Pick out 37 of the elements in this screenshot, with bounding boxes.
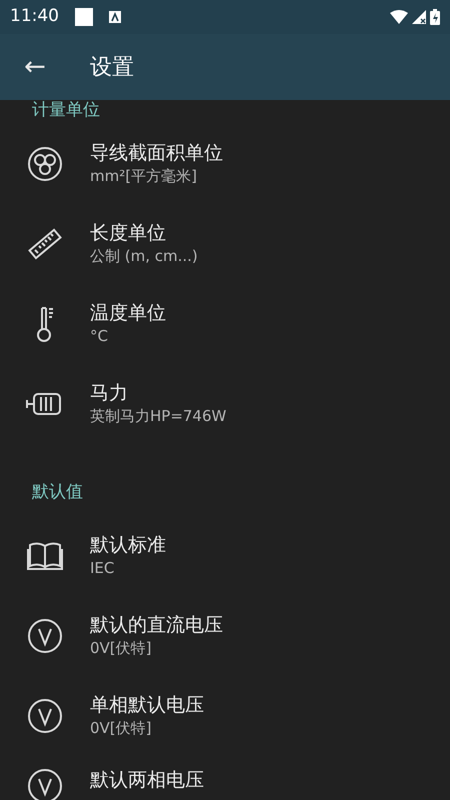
item-value: 0V[伏特] — [90, 638, 153, 659]
item-title: 温度单位 — [90, 301, 166, 326]
settings-item[interactable]: 导线截面积单位 mm²[平方毫米] — [0, 124, 450, 204]
toolbar-title: 设置 — [90, 54, 134, 82]
item-title: 单相默认电压 — [90, 693, 204, 718]
signal-icon — [412, 10, 426, 24]
volt-icon — [27, 698, 63, 734]
settings-item[interactable]: 长度单位 公制 (m, cm...) — [0, 204, 450, 284]
settings-item[interactable]: 默认的直流电压 0V[伏特] — [0, 596, 450, 676]
item-value: 英制马力HP=746W — [90, 406, 226, 427]
book-icon — [26, 540, 64, 572]
item-value: 0V[伏特] — [90, 718, 153, 739]
item-value: IEC — [90, 558, 116, 579]
wifi-icon — [390, 10, 408, 24]
item-value: 公制 (m, cm...) — [90, 246, 198, 267]
cable-icon — [27, 146, 63, 182]
item-value: °C — [90, 326, 109, 347]
settings-item[interactable]: 马力 英制马力HP=746W — [0, 364, 450, 444]
volt-icon — [27, 618, 63, 654]
item-value: mm²[平方毫米] — [90, 166, 198, 187]
settings-item[interactable]: 单相默认电压 0V[伏特] — [0, 676, 450, 756]
status-time: 11:40 — [10, 5, 59, 28]
item-title: 导线截面积单位 — [90, 141, 223, 166]
settings-item[interactable]: 默认两相电压 — [0, 756, 450, 800]
item-title: 默认的直流电压 — [90, 613, 223, 638]
section-header: 默认值 — [32, 482, 83, 502]
battery-icon — [430, 9, 440, 25]
section-header: 计量单位 — [32, 100, 100, 120]
item-title: 默认两相电压 — [90, 768, 204, 793]
item-title: 默认标准 — [90, 533, 166, 558]
volt-icon — [27, 768, 63, 800]
notification-icon — [75, 8, 93, 26]
item-title: 长度单位 — [90, 221, 167, 246]
item-title: 马力 — [90, 381, 129, 406]
settings-item[interactable]: 温度单位 °C — [0, 284, 450, 364]
back-button[interactable]: ← — [0, 54, 70, 80]
settings-item[interactable]: 默认标准 IEC — [0, 516, 450, 596]
